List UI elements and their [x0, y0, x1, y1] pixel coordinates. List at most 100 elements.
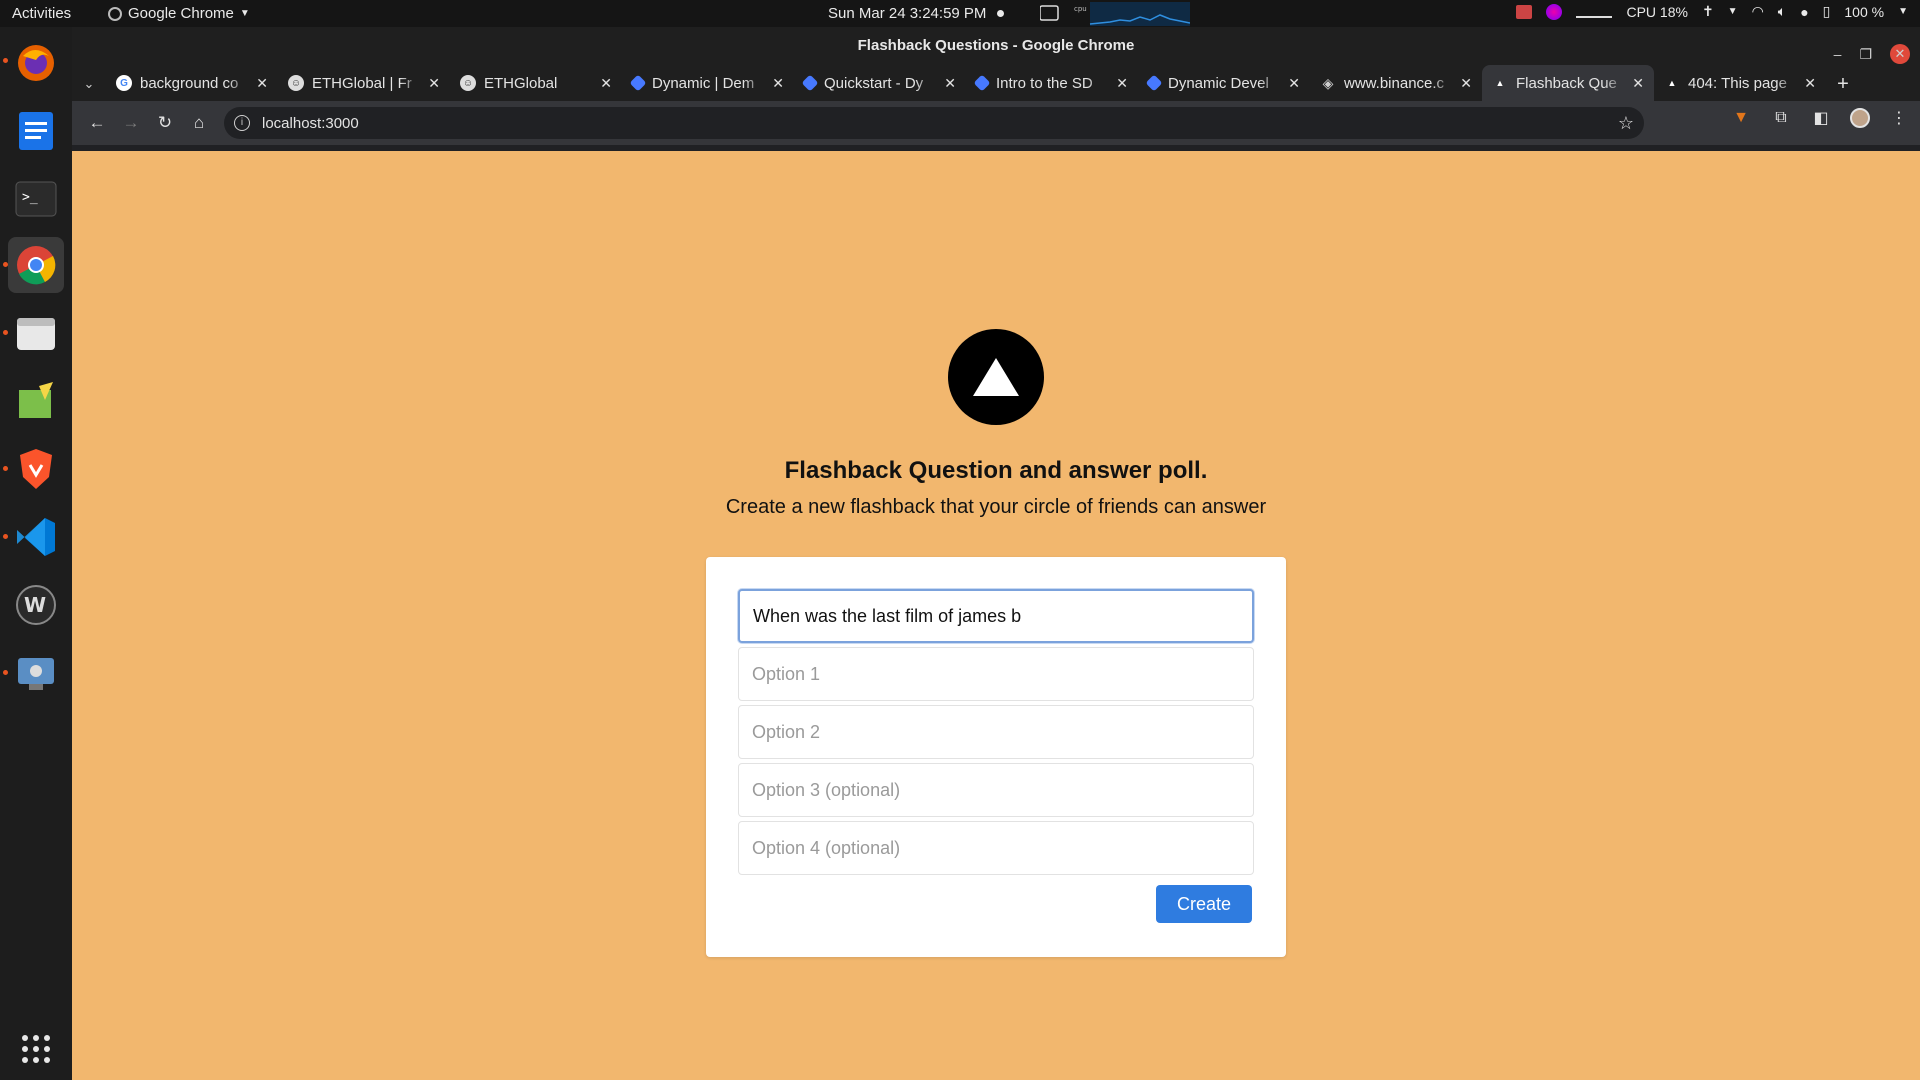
tab-close-icon[interactable]: ✕	[1116, 75, 1128, 92]
tab[interactable]: Dynamic Devel ✕	[1138, 65, 1310, 101]
triangle-icon: ▲	[1667, 78, 1677, 88]
ethglobal-icon: ☺	[460, 75, 476, 91]
option-1-input[interactable]	[738, 647, 1254, 701]
window-title: Flashback Questions - Google Chrome	[857, 37, 1135, 54]
tab-close-icon[interactable]: ✕	[944, 75, 956, 92]
tab-title: background co	[140, 74, 239, 92]
chevron-down-icon[interactable]: ▼	[1898, 6, 1908, 17]
tab-close-icon[interactable]: ✕	[428, 75, 440, 92]
bookmark-star-icon[interactable]: ☆	[1618, 113, 1634, 134]
triangle-icon: ▲	[1495, 78, 1505, 88]
tab-title: Dynamic | Dem	[652, 74, 755, 92]
dock-files-icon[interactable]	[8, 305, 64, 361]
tab[interactable]: ☺ ETHGlobal ✕	[450, 65, 622, 101]
url-text[interactable]: localhost:3000	[262, 115, 359, 132]
profile-avatar-icon[interactable]	[1850, 108, 1870, 128]
system-top-bar: Activities Google Chrome ▼ Sun Mar 24 3:…	[0, 0, 1920, 27]
svg-text:W: W	[24, 593, 46, 617]
dynamic-icon	[973, 74, 991, 92]
dock-screenshot-icon[interactable]	[8, 645, 64, 701]
tab-title: ETHGlobal	[484, 74, 558, 92]
create-button[interactable]: Create	[1156, 885, 1252, 923]
app-menu[interactable]: Google Chrome ▼	[108, 5, 250, 22]
extensions-puzzle-icon[interactable]: ⧉	[1770, 107, 1792, 129]
dynamic-icon	[801, 74, 819, 92]
dock-terminal-icon[interactable]: >_	[8, 171, 64, 227]
battery-icon[interactable]: ▯	[1823, 3, 1831, 20]
dock: >_ W	[0, 27, 72, 1080]
wifi-icon[interactable]: ◠	[1752, 3, 1764, 20]
tab[interactable]: G background co ✕	[106, 65, 278, 101]
forward-arrow-icon[interactable]: →	[114, 106, 148, 140]
tab-active[interactable]: ▲ Flashback Que ✕	[1482, 65, 1654, 101]
system-monitor-graph[interactable]: cpu	[1040, 2, 1190, 26]
question-input[interactable]	[738, 589, 1254, 643]
app-menu-label: Google Chrome	[128, 5, 234, 22]
reload-icon[interactable]: ↻	[148, 106, 182, 140]
dock-docs-icon[interactable]	[8, 103, 64, 159]
web-page: Flashback Question and answer poll. Crea…	[72, 151, 1920, 1080]
chevron-down-icon[interactable]: ▼	[1728, 6, 1738, 17]
show-apps-grid-icon[interactable]	[8, 1021, 64, 1077]
tab-title: Flashback Que	[1516, 74, 1617, 92]
battery-label[interactable]: 100 %	[1844, 4, 1884, 20]
tab-title: Dynamic Devel	[1168, 74, 1269, 92]
tab[interactable]: Dynamic | Dem ✕	[622, 65, 794, 101]
tab-strip: ⌄ G background co ✕ ☺ ETHGlobal | Fr ✕ ☺…	[72, 65, 1920, 101]
cpu-label[interactable]: CPU 18%	[1626, 4, 1687, 20]
dock-webstorm-icon[interactable]: W	[8, 577, 64, 633]
tab[interactable]: ◈ www.binance.c ✕	[1310, 65, 1482, 101]
chrome-small-icon	[108, 6, 122, 21]
site-info-icon[interactable]: i	[234, 115, 250, 131]
option-3-input[interactable]	[738, 763, 1254, 817]
svg-text:cpu: cpu	[1074, 5, 1087, 13]
window-titlebar[interactable]: Flashback Questions - Google Chrome – ❐ …	[72, 27, 1920, 65]
tab-close-icon[interactable]: ✕	[600, 75, 612, 92]
dock-drawing-icon[interactable]	[8, 373, 64, 429]
side-panel-icon[interactable]: ◧	[1810, 107, 1832, 129]
tab[interactable]: ☺ ETHGlobal | Fr ✕	[278, 65, 450, 101]
dock-firefox-icon[interactable]	[8, 35, 64, 91]
dock-chrome-icon[interactable]	[8, 237, 64, 293]
tab[interactable]: Quickstart - Dy ✕	[794, 65, 966, 101]
back-arrow-icon[interactable]: ←	[80, 106, 114, 140]
tab[interactable]: Intro to the SD ✕	[966, 65, 1138, 101]
triangle-logo-icon	[948, 329, 1044, 425]
dock-vscode-icon[interactable]	[8, 509, 64, 565]
notification-dot-icon	[997, 10, 1004, 17]
close-window-icon[interactable]: ✕	[1890, 44, 1910, 64]
page-subtitle: Create a new flashback that your circle …	[725, 496, 1267, 518]
activities-button[interactable]: Activities	[12, 5, 71, 22]
microphone-icon[interactable]: ●	[1800, 4, 1808, 20]
tab-search-chevron-icon[interactable]: ⌄	[72, 67, 106, 101]
volume-icon[interactable]: 🔈︎	[1778, 3, 1786, 20]
clock[interactable]: Sun Mar 24 3:24:59 PM	[828, 5, 986, 22]
flag-icon[interactable]	[1516, 4, 1533, 19]
new-tab-plus-icon[interactable]: +	[1826, 67, 1860, 101]
option-4-input[interactable]	[738, 821, 1254, 875]
tab-title: ETHGlobal | Fr	[312, 74, 412, 92]
tab[interactable]: ▲ 404: This page ✕	[1654, 65, 1826, 101]
chrome-window: Flashback Questions - Google Chrome – ❐ …	[72, 27, 1920, 1080]
tab-close-icon[interactable]: ✕	[1804, 75, 1816, 92]
more-menu-icon[interactable]: ⋮	[1888, 107, 1910, 129]
dock-brave-icon[interactable]	[8, 441, 64, 497]
tab-close-icon[interactable]: ✕	[772, 75, 784, 92]
option-2-input[interactable]	[738, 705, 1254, 759]
accessibility-icon[interactable]: ✝	[1702, 3, 1714, 20]
browser-toolbar: ← → ↻ ⌂ i localhost:3000 ☆ ▼ ⧉ ◧ ⋮	[72, 101, 1920, 145]
toolbar-actions: ▼ ⧉ ◧ ⋮	[1730, 107, 1910, 129]
tab-close-icon[interactable]: ✕	[1460, 75, 1472, 92]
color-picker-icon[interactable]	[1546, 3, 1563, 20]
metamask-fox-icon[interactable]: ▼	[1730, 107, 1752, 129]
svg-text:>_: >_	[22, 190, 38, 205]
home-icon[interactable]: ⌂	[182, 106, 216, 140]
tab-close-icon[interactable]: ✕	[1632, 75, 1644, 92]
tab-title: www.binance.c	[1344, 74, 1445, 92]
tab-close-icon[interactable]: ✕	[1288, 75, 1300, 92]
system-tray: CPU 18% ✝ ▼ ◠ 🔈︎ ● ▯ 100 % ▼	[1516, 3, 1908, 20]
address-bar[interactable]: i localhost:3000 ☆	[224, 107, 1644, 139]
tab-close-icon[interactable]: ✕	[256, 75, 268, 92]
cpu-graph-icon[interactable]	[1576, 6, 1613, 18]
page-title: Flashback Question and answer poll.	[784, 457, 1208, 484]
